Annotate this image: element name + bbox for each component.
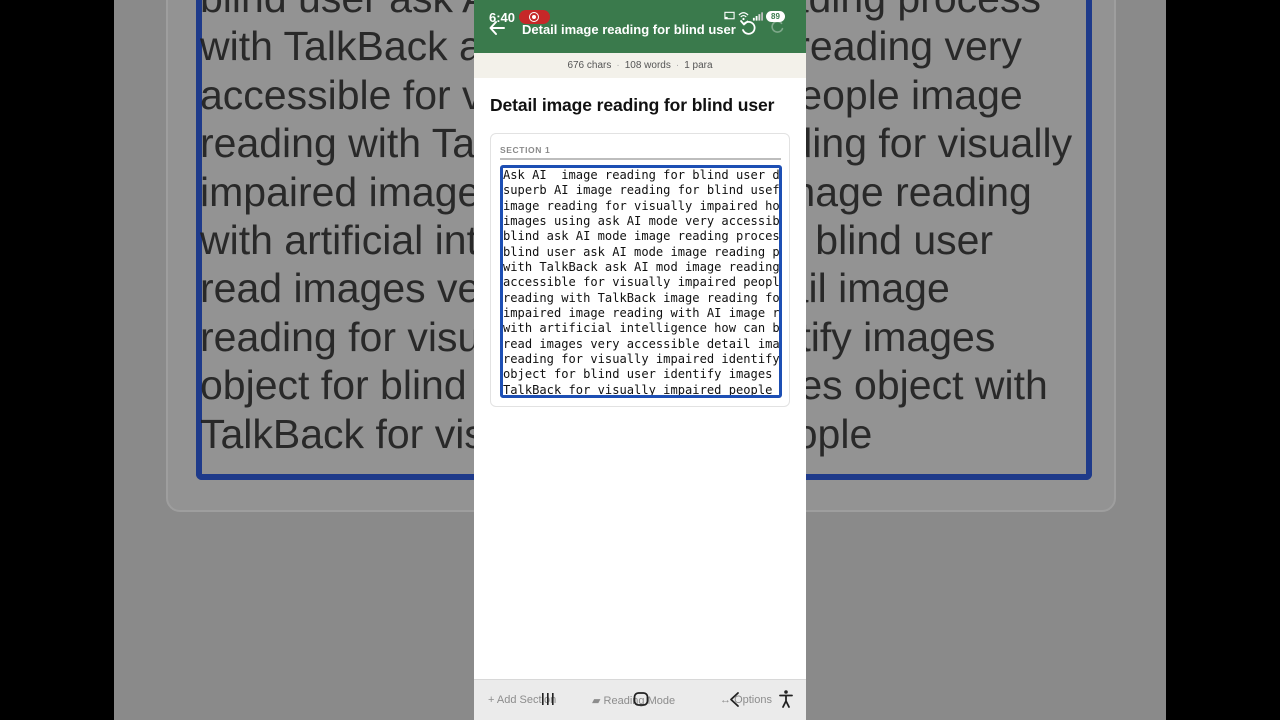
- app-bar-title: Detail image reading for blind user: [522, 22, 736, 37]
- paragraph-count: 1 para: [684, 60, 713, 71]
- arrow-left-icon[interactable]: [488, 19, 506, 37]
- text-line: with TalkBack ask AI mod image reading v…: [503, 260, 780, 275]
- back-chevron-icon[interactable]: [719, 680, 749, 720]
- text-line: with artificial intelligence how can bli…: [503, 321, 780, 336]
- text-line: TalkBack for visually impaired people: [503, 382, 773, 397]
- plus-icon: +: [488, 694, 495, 706]
- section-text-editor[interactable]: Ask AI image reading for blind user deta…: [500, 165, 782, 398]
- left-black-bar: [0, 0, 114, 720]
- recents-icon[interactable]: [533, 680, 563, 720]
- redo-icon[interactable]: [770, 18, 786, 34]
- text-line: object for blind user identify images ob…: [503, 367, 773, 382]
- text-line: reading for visually impaired identify i…: [503, 352, 780, 367]
- document-stats: 676 chars · 108 words · 1 para: [474, 53, 806, 78]
- section-divider: [500, 158, 781, 160]
- text-line: superb AI image reading for blind useful…: [503, 183, 780, 198]
- text-line: image reading for visually impaired how …: [503, 198, 780, 213]
- book-icon: ▰: [592, 695, 601, 707]
- phone-screen: 6:40 89 Detail image reading for blind u…: [474, 0, 806, 720]
- word-count: 108 words: [624, 60, 671, 71]
- right-black-bar: [1166, 0, 1280, 720]
- separator-dot: ·: [675, 60, 680, 71]
- text-line: reading with TalkBack image reading for …: [503, 290, 780, 305]
- text-line: blind ask AI mode image reading process …: [503, 229, 782, 244]
- bottom-toolbar: + Add Section ▰ Reading Mode ↔ Options: [474, 679, 806, 720]
- document-title[interactable]: Detail image reading for blind user: [490, 95, 774, 116]
- text-line: read images very accessible detail image: [503, 336, 782, 351]
- undo-icon[interactable]: [739, 18, 757, 36]
- accessibility-icon[interactable]: [771, 680, 801, 720]
- app-bar: 6:40 89 Detail image reading for blind u…: [474, 0, 806, 53]
- char-count: 676 chars: [567, 60, 612, 71]
- text-line: Ask AI image reading for blind user deta…: [503, 168, 780, 182]
- cast-icon: [724, 11, 735, 20]
- section-card: SECTION 1 Ask AI image reading for blind…: [490, 133, 790, 407]
- separator-dot: ·: [616, 60, 620, 71]
- home-icon[interactable]: [626, 680, 656, 720]
- section-text[interactable]: Ask AI image reading for blind user deta…: [503, 168, 782, 397]
- text-line: accessible for visually impaired people …: [503, 275, 780, 290]
- text-line: images using ask AI mode very accessible…: [503, 214, 780, 229]
- text-line: impaired image reading with AI image rea…: [503, 306, 780, 321]
- section-label: SECTION 1: [500, 145, 551, 155]
- text-line: blind user ask AI mode image reading pro…: [503, 244, 780, 259]
